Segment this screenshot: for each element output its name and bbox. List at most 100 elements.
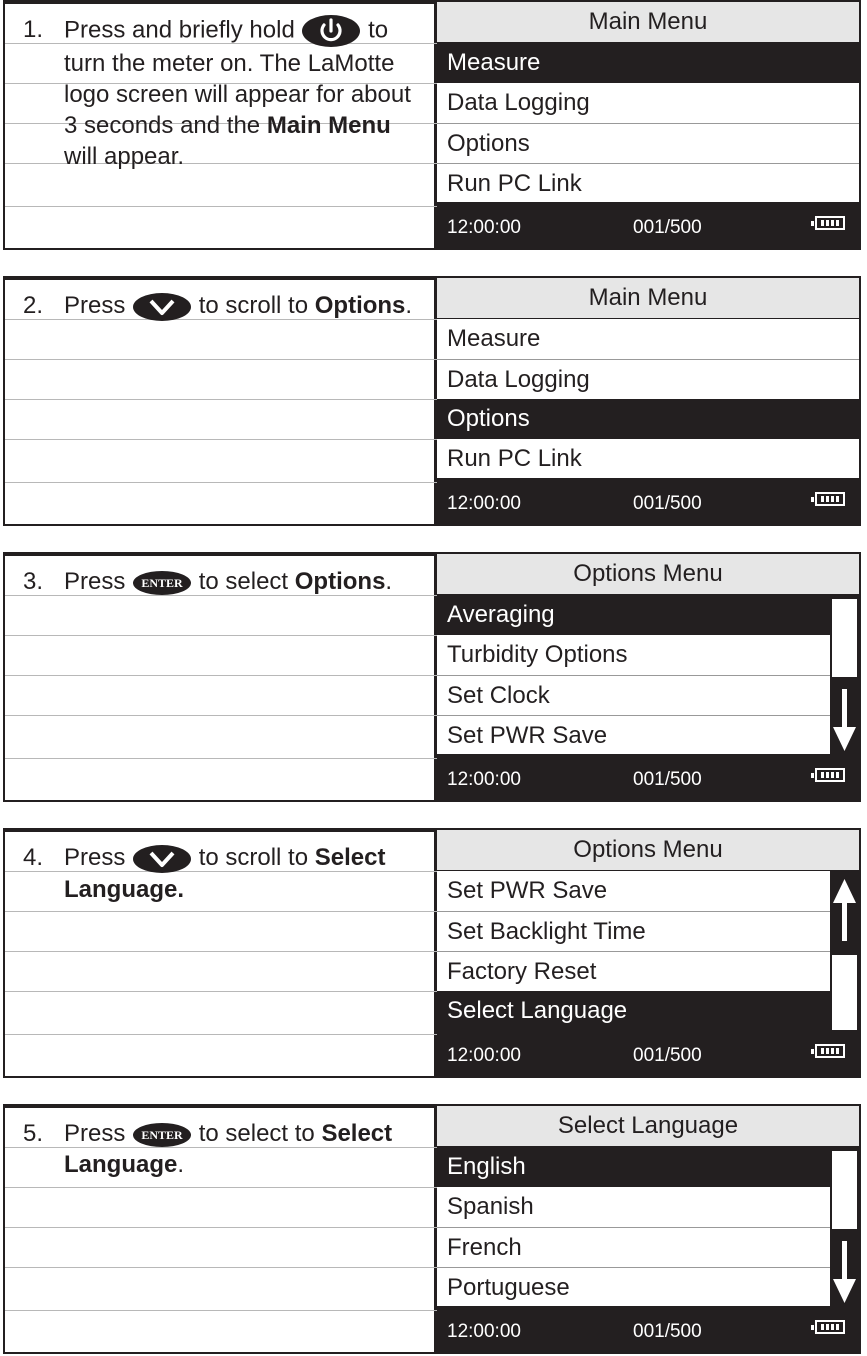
meter-screen: Options Menu Averaging Turbidity Options Se… bbox=[437, 554, 859, 800]
instruction-step: 1. Press and briefly hold to turn the met… bbox=[3, 0, 861, 250]
meter-screen: Main Menu Measure Data Logging Options Run P… bbox=[437, 2, 859, 248]
instruction-body: to select to bbox=[198, 1120, 315, 1147]
scrollbar[interactable] bbox=[830, 595, 859, 758]
log-count: 001/500 bbox=[633, 769, 702, 790]
screen-title: Main Menu bbox=[437, 2, 859, 43]
instruction-step: 4. Press to scroll to Select Language. Opt… bbox=[3, 828, 861, 1078]
ruled-line bbox=[5, 758, 437, 759]
instruction-emphasis: Options bbox=[314, 292, 406, 319]
menu-item[interactable]: Factory Reset bbox=[437, 951, 830, 991]
ruled-line bbox=[5, 951, 437, 952]
down-arrow-button-icon bbox=[132, 292, 192, 322]
status-bar: 12:00:00 001/500 bbox=[437, 478, 859, 524]
ruled-line bbox=[5, 1267, 437, 1268]
instruction-tail: will appear. bbox=[64, 143, 185, 170]
enter-label: ENTER bbox=[141, 1127, 183, 1142]
clock-readout: 12:00:00 bbox=[447, 769, 521, 790]
menu-item[interactable]: Turbidity Options bbox=[437, 635, 830, 675]
ruled-line bbox=[5, 1227, 437, 1228]
menu-item[interactable]: Set PWR Save bbox=[437, 871, 830, 911]
ruled-line bbox=[5, 399, 437, 400]
enter-label: ENTER bbox=[141, 575, 183, 590]
instruction-tail: . bbox=[405, 292, 413, 319]
down-arrow-button-icon bbox=[132, 844, 192, 874]
status-bar: 12:00:00 001/500 bbox=[437, 754, 859, 800]
ruled-line bbox=[5, 635, 437, 636]
instruction-lead: Press and briefly hold bbox=[64, 16, 295, 44]
meter-screen: Select Language English Spanish French Portu… bbox=[437, 1106, 859, 1352]
menu-item[interactable]: Measure bbox=[437, 319, 859, 359]
menu-item[interactable]: English bbox=[437, 1147, 830, 1187]
instruction-text: Press to scroll to Select Language. bbox=[64, 842, 429, 905]
menu-item[interactable]: French bbox=[437, 1227, 830, 1267]
scroll-up-icon bbox=[832, 875, 857, 945]
battery-icon bbox=[811, 492, 845, 506]
ruled-line bbox=[5, 482, 437, 483]
battery-icon bbox=[811, 768, 845, 782]
menu-item[interactable]: Run PC Link bbox=[437, 439, 859, 479]
enter-button-icon: ENTER bbox=[132, 570, 192, 596]
instruction-lead: Press bbox=[64, 844, 126, 871]
menu-item[interactable]: Set Backlight Time bbox=[437, 911, 830, 951]
menu-item[interactable]: Set Clock bbox=[437, 675, 830, 715]
menu-item[interactable]: Spanish bbox=[437, 1187, 830, 1227]
ruled-line bbox=[5, 1187, 437, 1188]
status-bar: 12:00:00 001/500 bbox=[437, 202, 859, 248]
scrollbar-thumb[interactable] bbox=[832, 955, 857, 1031]
ruled-line bbox=[5, 911, 437, 912]
status-bar: 12:00:00 001/500 bbox=[437, 1030, 859, 1076]
meter-screen: Main Menu Measure Data Logging Options Run P… bbox=[437, 278, 859, 524]
screen-title: Select Language bbox=[437, 1106, 859, 1147]
log-count: 001/500 bbox=[633, 493, 702, 514]
screen-title: Options Menu bbox=[437, 830, 859, 871]
instruction-tail: . bbox=[385, 568, 393, 595]
scrollbar[interactable] bbox=[830, 1147, 859, 1310]
battery-icon bbox=[811, 1044, 845, 1058]
screen-title: Main Menu bbox=[437, 278, 859, 319]
scrollbar[interactable] bbox=[830, 871, 859, 1034]
instruction-text: Press to scroll to Options. bbox=[64, 290, 429, 322]
ruled-line bbox=[5, 1310, 437, 1311]
clock-readout: 12:00:00 bbox=[447, 1045, 521, 1066]
instruction-step: 3. Press ENTER to select Options. Options … bbox=[3, 552, 861, 802]
instruction-text: Press and briefly hold to turn the meter… bbox=[64, 14, 429, 172]
instruction-emphasis: Options bbox=[294, 568, 386, 595]
menu-item[interactable]: Averaging bbox=[437, 595, 830, 635]
ruled-line bbox=[5, 439, 437, 440]
instruction-text: Press ENTER to select to Select Language… bbox=[64, 1118, 429, 1180]
status-bar: 12:00:00 001/500 bbox=[437, 1306, 859, 1352]
menu-item[interactable]: Measure bbox=[437, 43, 859, 83]
battery-icon bbox=[811, 216, 845, 230]
step-number: 1. bbox=[23, 16, 44, 43]
menu-item[interactable]: Data Logging bbox=[437, 83, 859, 123]
step-number: 4. bbox=[23, 844, 44, 871]
instruction-step: 5. Press ENTER to select to Select Langua… bbox=[3, 1104, 861, 1354]
menu-item[interactable]: Data Logging bbox=[437, 359, 859, 399]
menu-item[interactable]: Set PWR Save bbox=[437, 715, 830, 755]
instruction-lead: Press bbox=[64, 568, 126, 595]
screen-title: Options Menu bbox=[437, 554, 859, 595]
instruction-text-cell: 2. Press to scroll to Options. bbox=[5, 278, 437, 524]
instruction-text-cell: 3. Press ENTER to select Options. bbox=[5, 554, 437, 800]
instruction-text-cell: 4. Press to scroll to Select Language. bbox=[5, 830, 437, 1076]
menu-item[interactable]: Options bbox=[437, 399, 859, 439]
menu-item[interactable]: Select Language bbox=[437, 991, 830, 1031]
meter-screen: Options Menu Set PWR Save Set Backlight Ti… bbox=[437, 830, 859, 1076]
step-number: 3. bbox=[23, 568, 44, 595]
clock-readout: 12:00:00 bbox=[447, 1321, 521, 1342]
battery-icon bbox=[811, 1320, 845, 1334]
scrollbar-thumb[interactable] bbox=[832, 1151, 857, 1229]
menu-item[interactable]: Portuguese bbox=[437, 1267, 830, 1307]
log-count: 001/500 bbox=[633, 217, 702, 238]
menu-item[interactable]: Options bbox=[437, 123, 859, 163]
ruled-line bbox=[5, 675, 437, 676]
step-number: 5. bbox=[23, 1120, 44, 1147]
instruction-text-cell: 1. Press and briefly hold to turn the met… bbox=[5, 2, 437, 248]
scrollbar-thumb[interactable] bbox=[832, 599, 857, 677]
ruled-line bbox=[5, 1034, 437, 1035]
instruction-lead: Press bbox=[64, 292, 126, 319]
menu-item[interactable]: Run PC Link bbox=[437, 163, 859, 203]
clock-readout: 12:00:00 bbox=[447, 493, 521, 514]
log-count: 001/500 bbox=[633, 1321, 702, 1342]
power-button-icon bbox=[301, 14, 361, 48]
